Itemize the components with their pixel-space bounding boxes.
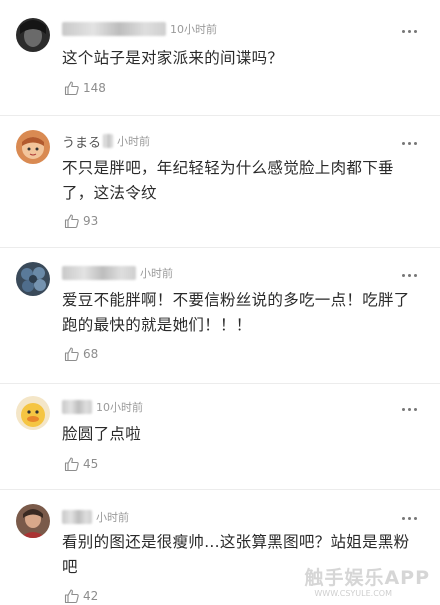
user-name-row: 10小时前 <box>62 398 143 416</box>
comment-item: 10小时前 脸圆了点啦 45 <box>0 384 440 490</box>
like-count: 42 <box>83 589 99 603</box>
user-name-blurred[interactable] <box>62 22 166 36</box>
comment-text: 不只是胖吧，年纪轻轻为什么感觉脸上肉都下垂了，这法令纹 <box>62 159 394 202</box>
avatar-image-orange-character <box>16 130 50 164</box>
comment-time: 10小时前 <box>170 23 217 36</box>
like-button[interactable]: 148 <box>64 79 106 97</box>
user-name-blurred[interactable] <box>62 510 92 524</box>
thumbs-up-icon <box>64 347 79 362</box>
user-name-blurred <box>103 134 114 148</box>
like-count: 148 <box>83 81 106 95</box>
comment-time: 小时前 <box>96 511 129 524</box>
comment-item: 10小时前 这个站子是对家派来的间谍吗？ 148 <box>0 0 440 126</box>
comment-item: うまる 小时前 不只是胖吧，年纪轻轻为什么感觉脸上肉都下垂了，这法令纹 93 <box>0 116 440 248</box>
comment-item: 小时前 爱豆不能胖啊！不要信粉丝说的多吃一点！吃胖了跑的最快的就是她们！！！ 6… <box>0 248 440 384</box>
user-name-blurred[interactable] <box>62 400 92 414</box>
comment-time: 10小时前 <box>96 401 143 414</box>
comment-text: 脸圆了点啦 <box>62 425 142 443</box>
user-name[interactable]: うまる <box>62 132 101 151</box>
user-name-row: 10小时前 <box>62 20 217 38</box>
thumbs-up-icon <box>64 589 79 604</box>
thumbs-up-icon <box>64 81 79 96</box>
thumbs-up-icon <box>64 457 79 472</box>
avatar-image-dark-face <box>16 18 50 52</box>
like-button[interactable]: 93 <box>64 212 98 230</box>
like-count: 45 <box>83 457 99 471</box>
more-options-button[interactable] <box>400 22 418 40</box>
avatar[interactable] <box>16 262 50 296</box>
user-name-blurred[interactable] <box>62 266 136 280</box>
more-options-button[interactable] <box>400 266 418 284</box>
avatar[interactable] <box>16 396 50 430</box>
avatar-image-blue-berries <box>16 262 50 296</box>
like-button[interactable]: 45 <box>64 455 98 473</box>
like-button[interactable]: 68 <box>64 345 98 363</box>
avatar[interactable] <box>16 18 50 52</box>
user-name-row: 小时前 <box>62 508 129 526</box>
like-button[interactable]: 42 <box>64 587 98 605</box>
comment-time: 小时前 <box>117 135 151 148</box>
comment-time: 小时前 <box>140 267 173 280</box>
avatar[interactable] <box>16 130 50 164</box>
comment-text: 爱豆不能胖啊！不要信粉丝说的多吃一点！吃胖了跑的最快的就是她们！！！ <box>62 291 410 334</box>
more-options-button[interactable] <box>400 134 418 152</box>
thumbs-up-icon <box>64 214 79 229</box>
avatar[interactable] <box>16 504 50 538</box>
user-name-row: うまる 小时前 <box>62 132 151 151</box>
user-name-row: 小时前 <box>62 264 173 282</box>
avatar-image-yellow-duck <box>16 396 50 430</box>
watermark: 触手娱乐APP <box>304 567 430 589</box>
comment-text: 这个站子是对家派来的间谍吗？ <box>62 49 284 67</box>
more-options-button[interactable] <box>400 400 418 418</box>
watermark-url: WWW.CSYULE.COM <box>314 589 392 598</box>
like-count: 68 <box>83 347 99 361</box>
like-count: 93 <box>83 214 99 228</box>
more-options-button[interactable] <box>400 509 418 527</box>
avatar-image-person-photo <box>16 504 50 538</box>
